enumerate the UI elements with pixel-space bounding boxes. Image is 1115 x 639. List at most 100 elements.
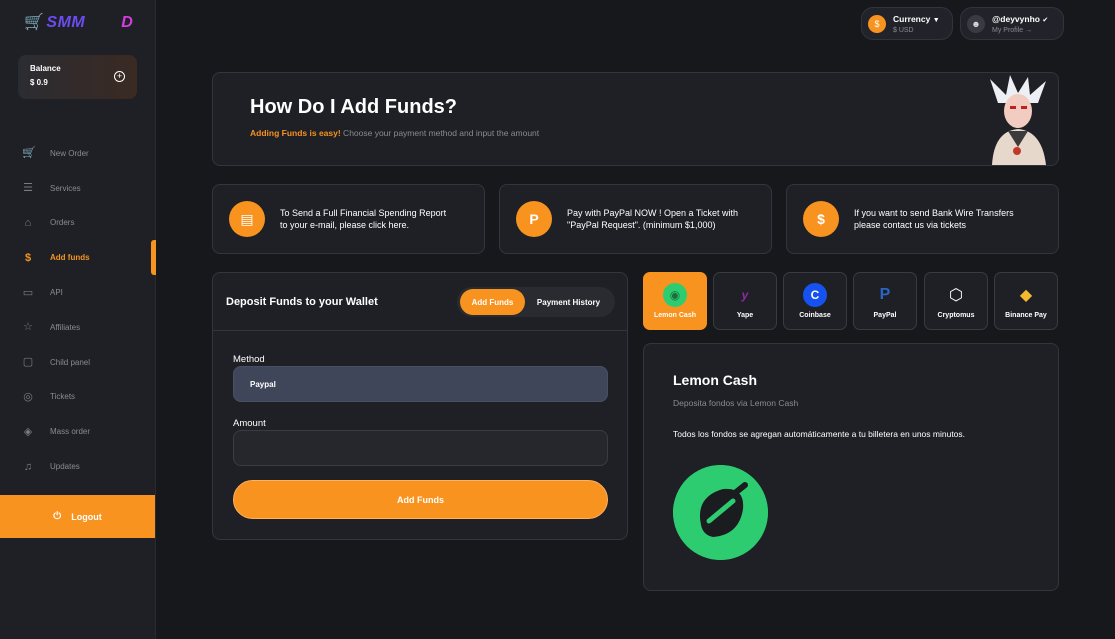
sidebar-item-label: Orders [50,218,75,228]
currency-selector[interactable]: $ Currency ▼ $ USD [861,7,953,40]
arrow-right-icon: → [1025,26,1033,34]
star-icon: ☆ [23,321,33,334]
layers-icon: ◈ [23,425,33,438]
profile-button[interactable]: ☻ @deyvynho ✔ My Profile → [960,7,1064,40]
sidebar-item-child-panel[interactable]: ▢ Child panel [0,345,156,380]
sidebar-item-orders[interactable]: ⌂ Orders [0,206,156,241]
paypal-icon: P [516,201,552,237]
logo-cart-icon: 🛒 [24,14,45,31]
bank-icon: $ [803,201,839,237]
mascot-illustration [990,75,1046,165]
sidebar-nav: 🛒 New Order ☰ Services ⌂ Orders $ Add funds … [0,136,156,484]
sidebar-item-label: Services [50,183,81,193]
profile-link: My Profile [992,26,1024,34]
balance-value: $ 0.9 [30,78,48,87]
amount-input[interactable] [233,430,608,466]
balance-card[interactable]: Balance $ 0.9 + [18,55,137,99]
logout-label: Logout [71,511,102,522]
sidebar-item-affiliates[interactable]: ☆ Affiliates [0,310,156,345]
report-icon: ▤ [229,201,265,237]
username: @deyvynho [992,13,1040,24]
cube-icon: ⬡ [949,287,963,304]
method-title: Lemon Cash [673,372,758,388]
info-card-text: Pay with PayPal NOW ! Open a Ticket with [567,208,739,218]
basket-icon: ⌂ [24,216,32,229]
tab-add-funds[interactable]: Add Funds [460,289,525,315]
tab-payment-history[interactable]: Payment History [525,289,612,315]
chevron-down-icon: ▼ [932,16,940,24]
logo-text-left: SMM [46,14,86,31]
info-card-report[interactable]: ▤ To Send a Full Financial Spending Repo… [212,184,485,254]
coinbase-icon: C [803,283,827,307]
headset-icon: ◎ [23,390,33,403]
sidebar-item-label: New Order [50,148,89,158]
method-lemon-cash[interactable]: ◉ Lemon Cash [643,272,707,330]
logo-text-right: D [121,14,134,31]
method-binance-pay[interactable]: ◆ Binance Pay [994,272,1058,330]
window-icon: ▢ [22,356,34,369]
method-label: Lemon Cash [653,312,696,319]
sidebar-item-label: Mass order [50,427,91,437]
info-card-text: To Send a Full Financial Spending Report [280,208,447,218]
binance-icon: ◆ [1019,287,1033,304]
method-description: Todos los fondos se agregan automáticame… [673,429,966,439]
sidebar-item-services[interactable]: ☰ Services [0,171,156,206]
method-label: Cryptomus [937,312,975,319]
method-coinbase[interactable]: C Coinbase [783,272,847,330]
method-paypal[interactable]: P PayPal [853,272,917,330]
info-card-text: If you want to send Bank Wire Transfers [854,208,1014,218]
sidebar-item-label: Tickets [50,392,76,402]
dollar-circle-icon: $ [24,251,32,264]
info-card-text: to your e-mail, please click here. [280,220,410,230]
sidebar-item-label: Updates [50,462,80,472]
amount-label: Amount [233,418,266,429]
sidebar-item-label: Child panel [50,357,91,367]
currency-value: $ USD [893,26,914,34]
method-yape[interactable]: y Yape [713,272,777,330]
page-subtitle: Adding Funds is easy! Choose your paymen… [250,128,539,138]
subtitle-highlight: Adding Funds is easy! [250,128,341,138]
verified-icon: ✔ [1042,16,1049,24]
sidebar-item-add-funds[interactable]: $ Add funds [0,240,156,276]
info-card-text: please contact us via tickets [854,220,967,230]
sidebar-item-label: Affiliates [50,322,81,332]
lemon-cash-logo-icon [673,465,768,560]
method-select[interactable]: Paypal [233,366,608,402]
method-label: PayPal [873,312,897,319]
add-funds-button[interactable]: Add Funds [233,480,608,519]
power-icon: ⏻ [53,511,62,522]
method-label: Coinbase [799,312,831,319]
deposit-title: Deposit Funds to your Wallet [226,296,378,308]
currency-icon: $ [868,14,886,33]
info-card-paypal[interactable]: P Pay with PayPal NOW ! Open a Ticket wi… [499,184,772,254]
sidebar-item-api[interactable]: ▭ API [0,275,156,310]
subtitle-text: Choose your payment method and input the… [340,128,540,138]
method-subtitle: Deposita fondos via Lemon Cash [673,398,799,408]
page-title: How Do I Add Funds? [250,96,458,118]
method-cryptomus[interactable]: ⬡ Cryptomus [924,272,988,330]
info-card-bank[interactable]: $ If you want to send Bank Wire Transfer… [786,184,1059,254]
cart-icon: 🛒 [22,147,36,160]
add-balance-icon[interactable]: + [114,71,125,82]
hero-banner: How Do I Add Funds? Adding Funds is easy… [212,72,1059,166]
method-label: Method [233,354,265,365]
method-detail-card: Lemon Cash Deposita fondos via Lemon Cas… [643,343,1059,591]
balance-label: Balance [30,64,61,73]
logout-button[interactable]: ⏻ Logout [0,495,155,538]
method-label: Binance Pay [1005,312,1047,319]
sidebar-item-new-order[interactable]: 🛒 New Order [0,136,156,171]
paypal-icon: P [879,286,891,303]
divider [213,330,627,331]
terminal-icon: ▭ [22,286,34,299]
sidebar-item-tickets[interactable]: ◎ Tickets [0,380,156,415]
lemon-cash-icon: ◉ [663,283,687,307]
site-logo[interactable]: 🛒 SMM D [24,12,133,32]
sidebar-item-label: Add funds [50,253,90,263]
sidebar-item-updates[interactable]: ♫ Updates [0,449,156,484]
info-card-text: "PayPal Request". (minimum $1,000) [567,220,716,230]
sidebar-item-label: API [50,288,63,298]
sidebar-item-mass-order[interactable]: ◈ Mass order [0,414,156,449]
bell-icon: ♫ [23,460,33,473]
list-icon: ☰ [23,182,33,195]
deposit-tabs: Add Funds Payment History [457,287,615,317]
